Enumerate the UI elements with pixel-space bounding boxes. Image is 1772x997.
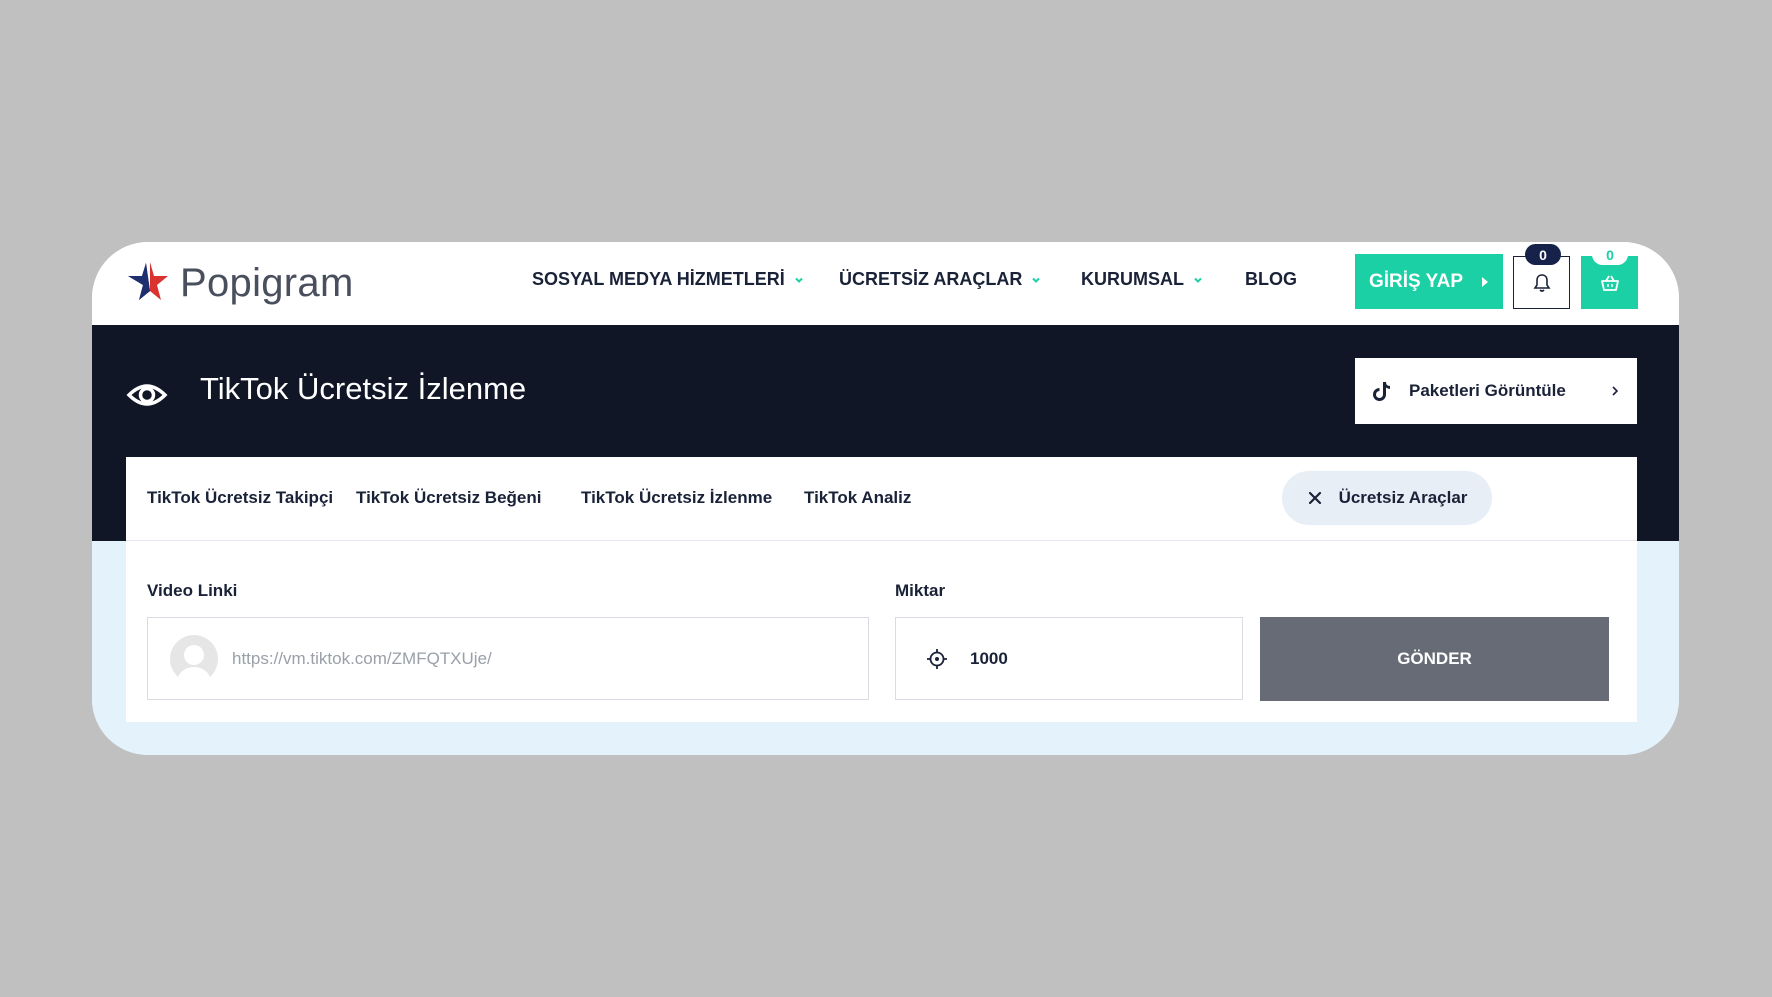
free-tools-label: Ücretsiz Araçlar [1338, 488, 1468, 507]
view-packages-label: Paketleri Görüntüle [1409, 381, 1566, 400]
page-title: TikTok Ücretsiz İzlenme [200, 371, 527, 406]
chevron-down-icon [1194, 277, 1202, 283]
chevron-down-icon [795, 277, 803, 283]
video-link-input[interactable] [232, 648, 832, 669]
brand-name: Popigram [180, 260, 354, 305]
nav-item-corporate[interactable]: KURUMSAL [1081, 269, 1204, 290]
free-tools-button[interactable]: Ücretsiz Araçlar [1282, 471, 1492, 525]
nav-label: BLOG [1245, 269, 1297, 289]
chevron-right-icon [1612, 386, 1619, 396]
nav-item-blog[interactable]: BLOG [1245, 269, 1297, 290]
nav-item-free-tools[interactable]: ÜCRETSİZ ARAÇLAR [839, 269, 1042, 290]
amount-field [895, 617, 1243, 700]
amount-input[interactable] [970, 648, 1190, 669]
caret-right-icon [1482, 276, 1488, 287]
notification-count-badge: 0 [1525, 244, 1561, 265]
view-packages-button[interactable]: Paketleri Görüntüle [1355, 358, 1637, 424]
basket-icon [1600, 275, 1619, 291]
eye-icon [126, 384, 168, 406]
nav-label: KURUMSAL [1081, 269, 1184, 289]
nav-label: SOSYAL MEDYA HİZMETLERİ [532, 269, 785, 289]
site-card: Popigram SOSYAL MEDYA HİZMETLERİ ÜCRETSİ… [92, 242, 1679, 755]
tab-free-views[interactable]: TikTok Ücretsiz İzlenme [581, 488, 772, 508]
amount-label: Miktar [895, 581, 946, 600]
site-header: Popigram SOSYAL MEDYA HİZMETLERİ ÜCRETSİ… [92, 242, 1679, 325]
tiktok-icon [1373, 382, 1390, 401]
login-button[interactable]: GİRİŞ YAP [1355, 254, 1503, 309]
tab-free-likes[interactable]: TikTok Ücretsiz Beğeni [356, 488, 541, 508]
submit-button[interactable]: GÖNDER [1260, 617, 1609, 701]
tab-analysis[interactable]: TikTok Analiz [804, 488, 911, 508]
nav-item-social-media-services[interactable]: SOSYAL MEDYA HİZMETLERİ [532, 269, 805, 290]
view-request-form: Video Linki Miktar GÖNDER [126, 541, 1637, 722]
tool-tabs: TikTok Ücretsiz Takipçi TikTok Ücretsiz … [126, 457, 1637, 541]
nav-label: ÜCRETSİZ ARAÇLAR [839, 269, 1023, 289]
bell-icon [1533, 273, 1550, 292]
brand-logo[interactable]: Popigram [124, 258, 354, 308]
star-logo-icon [128, 262, 168, 300]
crosshair-icon [927, 648, 947, 669]
video-link-label: Video Linki [147, 581, 238, 600]
video-link-field [147, 617, 869, 700]
tools-icon [1308, 491, 1321, 505]
cart-count-badge: 0 [1592, 244, 1628, 265]
tab-free-followers[interactable]: TikTok Ücretsiz Takipçi [147, 488, 333, 508]
login-label: GİRİŞ YAP [1369, 270, 1463, 292]
chevron-down-icon [1032, 277, 1041, 283]
avatar-placeholder-icon [170, 634, 218, 683]
